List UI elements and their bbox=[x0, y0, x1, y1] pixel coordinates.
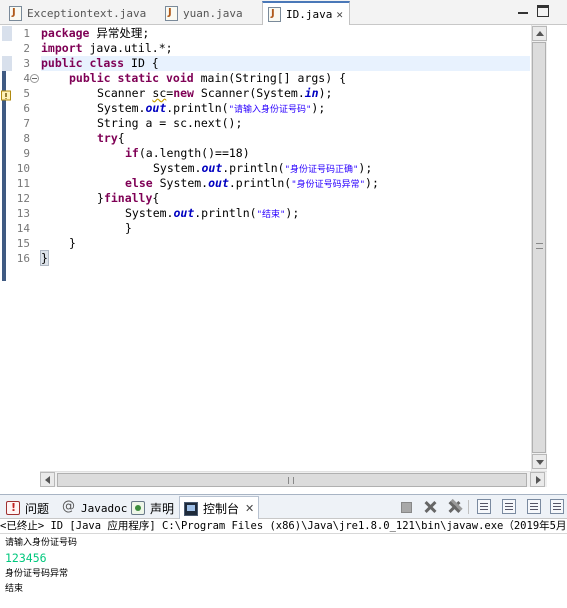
line-number: 3 bbox=[23, 57, 30, 70]
line-number: 13 bbox=[16, 207, 30, 220]
line-number: 8 bbox=[23, 132, 30, 145]
tab-declaration[interactable]: 声明 bbox=[127, 497, 178, 519]
clear-console-button[interactable] bbox=[477, 499, 491, 514]
remove-all-terminated-button[interactable] bbox=[445, 499, 463, 515]
warning-icon[interactable] bbox=[1, 89, 13, 101]
close-icon[interactable]: ✕ bbox=[245, 502, 254, 515]
tab-javadoc[interactable]: Javadoc bbox=[58, 497, 131, 519]
terminate-button[interactable] bbox=[397, 499, 415, 515]
javadoc-icon bbox=[62, 499, 76, 515]
java-file-icon bbox=[165, 5, 178, 21]
scroll-grip bbox=[288, 477, 294, 484]
editor-tab-label: Exceptiontext.java bbox=[27, 6, 147, 20]
annotation-ruler bbox=[0, 25, 14, 491]
annotation-marker bbox=[2, 56, 12, 71]
line-number: 6 bbox=[23, 102, 30, 115]
maximize-button[interactable] bbox=[537, 5, 549, 17]
fold-toggle-icon[interactable] bbox=[30, 74, 39, 83]
console-line: 请输入身份证号码 bbox=[5, 538, 78, 548]
code-line: try{ bbox=[97, 131, 125, 145]
line-number: 15 bbox=[16, 237, 30, 250]
problems-icon bbox=[6, 501, 20, 515]
horizontal-scrollbar[interactable] bbox=[40, 471, 547, 487]
scroll-right-button[interactable] bbox=[530, 472, 545, 487]
line-number: 16 bbox=[16, 252, 30, 265]
code-line: package 异常处理; bbox=[41, 26, 150, 40]
line-number: 2 bbox=[23, 42, 30, 55]
line-number: 7 bbox=[23, 117, 30, 130]
editor-tab-exceptiontext[interactable]: Exceptiontext.java bbox=[4, 1, 152, 25]
code-line: if(a.length()==18) bbox=[125, 146, 250, 160]
tab-label: 问题 bbox=[25, 501, 50, 516]
console-line: 结束 bbox=[5, 584, 24, 594]
view-tab-bar: 问题 Javadoc 声明 控制台 ✕ bbox=[0, 494, 567, 520]
code-line: System.out.println("请输入身份证号码"); bbox=[97, 101, 326, 115]
java-file-icon bbox=[268, 6, 281, 22]
editor-tab-label: ID.java bbox=[286, 7, 333, 21]
code-line: public static void main(String[] args) { bbox=[69, 71, 346, 85]
close-icon[interactable]: ✕ bbox=[336, 8, 343, 21]
code-area[interactable]: package 异常处理; import java.util.*; public… bbox=[40, 25, 530, 471]
line-number: 4 bbox=[23, 72, 30, 85]
show-when-output-button[interactable] bbox=[527, 499, 541, 514]
console-line: 身份证号码异常 bbox=[5, 569, 69, 579]
code-line: import java.util.*; bbox=[41, 41, 173, 55]
line-number: 9 bbox=[23, 147, 30, 160]
code-line: public class ID { bbox=[41, 56, 159, 70]
pin-console-button[interactable] bbox=[550, 499, 564, 514]
console-process-label: <已终止> ID [Java 应用程序] C:\Program Files (x… bbox=[0, 519, 567, 534]
editor-tab-label: yuan.java bbox=[183, 6, 243, 20]
line-number: 12 bbox=[16, 192, 30, 205]
java-file-icon bbox=[9, 5, 22, 21]
code-line: System.out.println("结束"); bbox=[125, 206, 300, 220]
scroll-left-button[interactable] bbox=[40, 472, 55, 487]
console-output[interactable]: 请输入身份证号码 123456 身份证号码异常 结束 bbox=[0, 534, 567, 608]
tab-label: 声明 bbox=[150, 501, 175, 516]
code-line: else System.out.println("身份证号码异常"); bbox=[125, 176, 379, 190]
line-number: 14 bbox=[16, 222, 30, 235]
editor-tab-id[interactable]: ID.java ✕ bbox=[262, 1, 350, 25]
line-number: 10 bbox=[16, 162, 30, 175]
scroll-grip bbox=[536, 243, 543, 249]
line-number: 5 bbox=[23, 87, 30, 100]
scroll-lock-button[interactable] bbox=[502, 499, 516, 514]
tab-console[interactable]: 控制台 ✕ bbox=[179, 496, 260, 520]
code-line: Scanner sc=new Scanner(System.in); bbox=[97, 86, 333, 100]
scroll-up-button[interactable] bbox=[532, 26, 547, 41]
console-input-line: 123456 bbox=[5, 551, 47, 565]
code-line: System.out.println("身份证号码正确"); bbox=[153, 161, 373, 175]
line-number: 1 bbox=[23, 27, 30, 40]
toolbar-separator bbox=[468, 500, 469, 514]
console-icon bbox=[184, 501, 198, 516]
editor-tab-bar: Exceptiontext.java yuan.java ID.java ✕ bbox=[0, 0, 567, 25]
code-line: } bbox=[40, 250, 49, 266]
tab-problems[interactable]: 问题 bbox=[2, 497, 53, 519]
editor-tab-yuan[interactable]: yuan.java bbox=[160, 1, 249, 25]
scroll-down-button[interactable] bbox=[532, 454, 547, 469]
code-line: } bbox=[69, 236, 76, 250]
code-line: String a = sc.next(); bbox=[97, 116, 243, 130]
declaration-icon bbox=[131, 501, 145, 515]
annotation-marker bbox=[2, 26, 12, 41]
horizontal-scroll-thumb[interactable] bbox=[57, 473, 527, 487]
remove-launch-button[interactable] bbox=[421, 499, 439, 515]
tab-label: 控制台 bbox=[203, 502, 240, 516]
minimize-button[interactable] bbox=[516, 4, 530, 18]
line-number-gutter: 1 2 3 4 5 6 7 8 9 10 11 12 13 14 15 16 bbox=[14, 25, 40, 491]
code-editor[interactable]: 1 2 3 4 5 6 7 8 9 10 11 12 13 14 15 16 p… bbox=[0, 25, 567, 491]
vertical-scroll-thumb[interactable] bbox=[532, 42, 546, 453]
quick-diff-marker bbox=[2, 71, 6, 281]
line-number: 11 bbox=[16, 177, 30, 190]
code-line: } bbox=[125, 221, 132, 235]
code-line: }finally{ bbox=[97, 191, 160, 205]
tab-label: Javadoc bbox=[81, 501, 128, 515]
